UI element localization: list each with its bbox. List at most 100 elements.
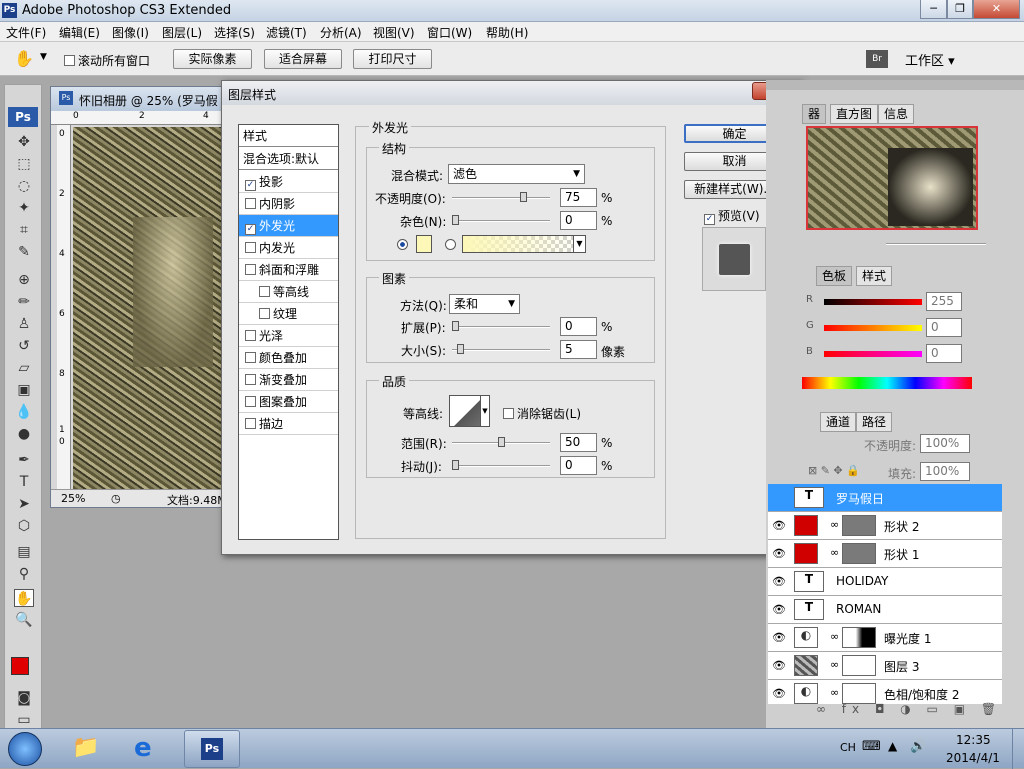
eyedropper-icon[interactable]: ⚲ bbox=[14, 565, 34, 583]
style-item[interactable]: 等高线 bbox=[239, 281, 338, 303]
menu-filter[interactable]: 滤镜(T) bbox=[266, 24, 307, 41]
lasso-tool-icon[interactable]: ◌ bbox=[14, 177, 34, 195]
range-slider[interactable] bbox=[452, 437, 550, 447]
foreground-color-swatch[interactable] bbox=[11, 657, 29, 675]
noise-slider[interactable] bbox=[452, 215, 550, 225]
dodge-tool-icon[interactable]: ● bbox=[14, 425, 34, 443]
tab-styles[interactable]: 样式 bbox=[856, 266, 893, 286]
hand-tool-icon[interactable]: ✋ bbox=[14, 589, 34, 607]
start-button[interactable] bbox=[8, 732, 42, 766]
magic-wand-icon[interactable]: ✦ bbox=[14, 199, 34, 217]
antialias-checkbox[interactable]: 消除锯齿(L) bbox=[503, 405, 581, 422]
style-checkbox[interactable] bbox=[259, 308, 270, 319]
menu-window[interactable]: 窗口(W) bbox=[427, 24, 472, 41]
eraser-icon[interactable]: ▱ bbox=[14, 359, 34, 377]
scroll-all-windows-checkbox[interactable]: 滚动所有窗口 bbox=[64, 52, 150, 69]
style-item[interactable]: 描边 bbox=[239, 413, 338, 435]
solid-color-radio[interactable] bbox=[397, 239, 408, 250]
style-checkbox[interactable] bbox=[245, 374, 256, 385]
clone-stamp-icon[interactable]: ♙ bbox=[14, 315, 34, 333]
navigator-zoom-slider[interactable] bbox=[878, 240, 998, 248]
noise-input[interactable]: 0 bbox=[560, 211, 597, 230]
healing-brush-icon[interactable]: ⊕ bbox=[14, 271, 34, 289]
style-checkbox[interactable] bbox=[245, 242, 256, 253]
range-input[interactable]: 50 bbox=[560, 433, 597, 452]
blur-tool-icon[interactable]: 💧 bbox=[14, 403, 34, 421]
close-window-button[interactable]: ✕ bbox=[973, 0, 1020, 19]
style-item[interactable]: 纹理 bbox=[239, 303, 338, 325]
volume-icon[interactable]: 🔊 bbox=[910, 739, 926, 754]
visibility-eye-icon[interactable]: 👁 bbox=[772, 687, 786, 700]
slider-knob[interactable] bbox=[452, 321, 459, 331]
layer-row[interactable]: 👁 ◐ ∞ 色相/饱和度 2 bbox=[768, 680, 1002, 704]
minimize-button[interactable]: ─ bbox=[920, 0, 947, 19]
history-brush-icon[interactable]: ↺ bbox=[14, 337, 34, 355]
screen-mode-icon[interactable]: ▭ bbox=[14, 711, 34, 729]
spread-input[interactable]: 0 bbox=[560, 317, 597, 336]
clock-date[interactable]: 2014/4/1 bbox=[946, 751, 1000, 765]
notes-tool-icon[interactable]: ▤ bbox=[14, 543, 34, 561]
layer-row[interactable]: 👁 ∞ 形状 2 bbox=[768, 512, 1002, 540]
visibility-eye-icon[interactable]: 👁 bbox=[772, 631, 786, 644]
blend-options-item[interactable]: 混合选项:默认 bbox=[239, 148, 338, 170]
tab-histogram[interactable]: 直方图 bbox=[830, 104, 879, 124]
style-item[interactable]: 光泽 bbox=[239, 325, 338, 347]
green-value[interactable]: 0 bbox=[926, 318, 962, 337]
jitter-slider[interactable] bbox=[452, 460, 550, 470]
zoom-tool-icon[interactable]: 🔍 bbox=[14, 611, 34, 629]
explorer-icon[interactable]: 📁 bbox=[72, 735, 99, 760]
zoom-level[interactable]: 25% bbox=[61, 492, 85, 505]
gradient-tool-icon[interactable]: ▣ bbox=[14, 381, 34, 399]
blue-value[interactable]: 0 bbox=[926, 344, 962, 363]
style-checkbox[interactable] bbox=[245, 198, 256, 209]
gradient-picker[interactable]: ▼ bbox=[462, 235, 586, 253]
workspace-menu[interactable]: 工作区 ▾ bbox=[905, 50, 955, 69]
shape-tool-icon[interactable]: ⬡ bbox=[14, 517, 34, 535]
photoshop-taskbar-button[interactable]: Ps bbox=[184, 730, 240, 768]
menu-select[interactable]: 选择(S) bbox=[214, 24, 255, 41]
eyedropper-icon[interactable]: ✎ bbox=[14, 243, 34, 261]
red-slider[interactable] bbox=[824, 299, 922, 305]
opacity-slider[interactable] bbox=[452, 192, 550, 202]
slider-knob[interactable] bbox=[452, 460, 459, 470]
style-item[interactable]: 图案叠加 bbox=[239, 391, 338, 413]
slider-knob[interactable] bbox=[452, 215, 459, 225]
style-item[interactable]: 内发光 bbox=[239, 237, 338, 259]
print-size-button[interactable]: 打印尺寸 bbox=[353, 49, 432, 69]
style-checkbox[interactable]: ✓ bbox=[245, 224, 256, 235]
layer-row[interactable]: 👁 ∞ 形状 1 bbox=[768, 540, 1002, 568]
menu-layer[interactable]: 图层(L) bbox=[162, 24, 202, 41]
style-item[interactable]: 颜色叠加 bbox=[239, 347, 338, 369]
menu-view[interactable]: 视图(V) bbox=[373, 24, 415, 41]
navigator-thumbnail[interactable] bbox=[806, 126, 978, 230]
crop-tool-icon[interactable]: ⌗ bbox=[14, 221, 34, 239]
style-checkbox[interactable] bbox=[245, 352, 256, 363]
input-language[interactable]: CH bbox=[840, 741, 856, 754]
layer-row[interactable]: 👁 ◐ ∞ 曝光度 1 bbox=[768, 624, 1002, 652]
style-item[interactable]: 斜面和浮雕 bbox=[239, 259, 338, 281]
tab-info[interactable]: 信息 bbox=[878, 104, 915, 124]
layer-footer-icons[interactable]: ∞ fx ◘ ◑ ▭ ▣ 🗑 bbox=[816, 702, 1002, 716]
slider-knob[interactable] bbox=[520, 192, 528, 202]
visibility-eye-icon[interactable]: 👁 bbox=[772, 659, 786, 672]
hand-tool-icon[interactable]: ✋ bbox=[14, 49, 34, 68]
menu-analysis[interactable]: 分析(A) bbox=[320, 24, 362, 41]
technique-select[interactable]: 柔和 ▼ bbox=[449, 294, 520, 314]
style-checkbox[interactable] bbox=[245, 418, 256, 429]
opacity-input[interactable]: 75 bbox=[560, 188, 597, 207]
menu-file[interactable]: 文件(F) bbox=[6, 24, 46, 41]
lock-icons[interactable]: ⊠ ✎ ✥ 🔒 bbox=[808, 464, 860, 477]
actual-pixels-button[interactable]: 实际像素 bbox=[173, 49, 252, 69]
quick-mask-icon[interactable]: ◙ bbox=[14, 689, 34, 707]
visibility-eye-icon[interactable]: 👁 bbox=[772, 575, 786, 588]
spread-slider[interactable] bbox=[452, 321, 550, 331]
style-checkbox[interactable] bbox=[245, 396, 256, 407]
internet-explorer-icon[interactable]: e bbox=[134, 733, 152, 763]
styles-header[interactable]: 样式 bbox=[239, 125, 338, 147]
tab-swatches[interactable]: 色板 bbox=[816, 266, 853, 286]
keyboard-icon[interactable]: ⌨ bbox=[862, 739, 881, 754]
slider-knob[interactable] bbox=[456, 344, 464, 354]
visibility-eye-icon[interactable]: 👁 bbox=[772, 603, 786, 616]
status-info-icon[interactable]: ◷ bbox=[111, 492, 121, 505]
jitter-input[interactable]: 0 bbox=[560, 456, 597, 475]
